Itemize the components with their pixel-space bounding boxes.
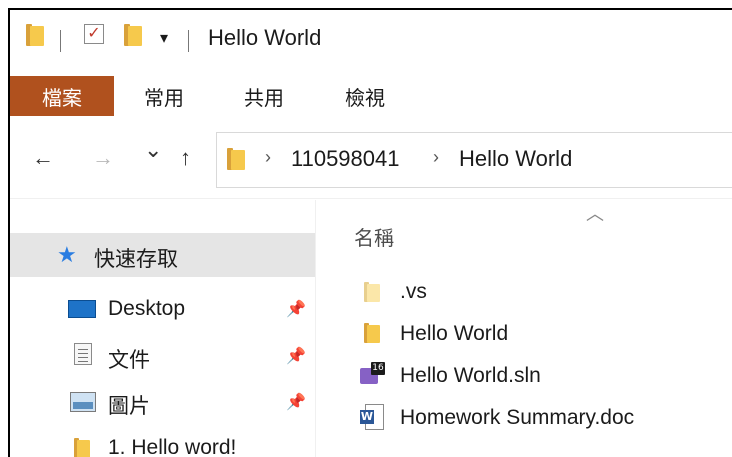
list-item[interactable]: .vs [316, 272, 732, 312]
navigation-bar: ← → ⌄ ↑ › 110598041 › Hello World [10, 116, 732, 199]
navigation-pane: ★ 快速存取 Desktop 📌 文件 📌 圖片 📌 1. Hello word… [10, 200, 316, 457]
version-badge: 16 [371, 362, 385, 375]
sidebar-item-hello-word-folder[interactable]: 1. Hello word! [10, 426, 315, 457]
list-item[interactable]: W Homework Summary.doc [316, 398, 732, 438]
address-bar[interactable]: › 110598041 › Hello World [216, 132, 732, 188]
separator [60, 30, 61, 52]
breadcrumb-item[interactable]: Hello World [459, 146, 572, 172]
word-document-icon: W [360, 404, 384, 430]
sidebar-item-label: 1. Hello word! [108, 436, 237, 457]
sidebar-item-label: 圖片 [108, 395, 150, 418]
word-badge: W [360, 410, 374, 424]
pin-icon: 📌 [286, 348, 306, 365]
sidebar-item-documents[interactable]: 文件 📌 [10, 334, 315, 378]
sidebar-item-desktop[interactable]: Desktop 📌 [10, 287, 315, 331]
pictures-icon [70, 392, 96, 412]
tab-home[interactable]: 常用 [144, 76, 184, 116]
file-name: Homework Summary.doc [400, 406, 635, 429]
desktop-icon [68, 300, 96, 318]
forward-button[interactable]: → [92, 146, 114, 170]
ribbon-tabs: 檔案 常用 共用 檢視 [10, 66, 732, 117]
recent-locations-button[interactable]: ⌄ [144, 138, 162, 162]
star-icon: ★ [57, 242, 77, 267]
properties-checkbox-icon[interactable]: ✓ [84, 24, 104, 44]
separator [188, 30, 189, 52]
file-list: ︿ 名稱 .vs Hello World 16 Hello World.sln … [316, 200, 732, 457]
file-name: Hello World [400, 322, 509, 345]
qat-dropdown-icon[interactable]: ▾ [160, 28, 168, 48]
folder-icon [74, 438, 90, 457]
tab-file[interactable]: 檔案 [10, 76, 114, 116]
pin-icon: 📌 [286, 301, 306, 318]
file-name: .vs [400, 280, 427, 303]
documents-icon [74, 343, 92, 365]
tab-view[interactable]: 檢視 [345, 76, 385, 116]
file-name: Hello World.sln [400, 364, 541, 387]
breadcrumb-item[interactable]: 110598041 [291, 146, 400, 172]
sidebar-item-pictures[interactable]: 圖片 📌 [10, 380, 315, 424]
visual-studio-solution-icon: 16 [360, 362, 386, 386]
folder-icon [227, 148, 245, 170]
explorer-window: ✓ ▾ Hello World 檔案 常用 共用 檢視 ← → ⌄ ↑ › 11… [8, 8, 732, 457]
list-item[interactable]: Hello World [316, 314, 732, 354]
back-button[interactable]: ← [32, 146, 54, 170]
folder-icon[interactable] [26, 24, 44, 46]
column-header-name[interactable]: 名稱 [354, 222, 394, 251]
folder-icon [364, 323, 380, 348]
tab-share[interactable]: 共用 [244, 76, 284, 116]
sidebar-item-quick-access[interactable]: ★ 快速存取 [10, 233, 315, 277]
title-bar: ✓ ▾ Hello World [10, 10, 732, 66]
breadcrumb-separator[interactable]: › [433, 147, 439, 168]
up-button[interactable]: ↑ [180, 146, 191, 170]
sidebar-item-label: Desktop [108, 297, 186, 320]
breadcrumb-separator[interactable]: › [265, 147, 271, 168]
list-item[interactable]: 16 Hello World.sln [316, 356, 732, 396]
window-title: Hello World [208, 25, 322, 50]
new-folder-icon[interactable] [124, 24, 142, 46]
sort-ascending-icon[interactable]: ︿ [586, 200, 604, 226]
sidebar-item-label: 文件 [108, 349, 150, 372]
pin-icon: 📌 [286, 394, 306, 411]
folder-icon [364, 282, 380, 307]
sidebar-item-label: 快速存取 [94, 248, 178, 271]
